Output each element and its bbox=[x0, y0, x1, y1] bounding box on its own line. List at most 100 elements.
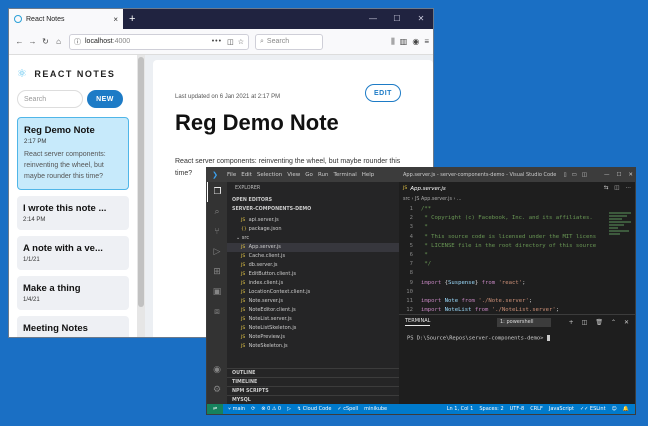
explorer-icon[interactable]: ❐ bbox=[207, 182, 227, 202]
maximize-icon[interactable]: ☐ bbox=[616, 172, 621, 178]
minimize-icon[interactable]: — bbox=[604, 172, 610, 178]
npm-scripts-section[interactable]: NPM SCRIPTS bbox=[227, 386, 399, 395]
note-item[interactable]: A note with a ve... 1/1/21 bbox=[17, 236, 129, 270]
file-item[interactable]: JS NotePreview.js bbox=[227, 333, 399, 342]
toggle-panel-icon[interactable]: ▭ bbox=[572, 172, 577, 178]
trash-icon[interactable]: 🗑 bbox=[595, 319, 603, 326]
library-icon[interactable]: ⫼ bbox=[391, 37, 395, 47]
forward-icon[interactable]: → bbox=[26, 37, 39, 46]
spell-status[interactable]: ✓ cSpell bbox=[337, 406, 358, 412]
pocket-icon[interactable]: ◫ bbox=[227, 38, 234, 46]
remote-icon[interactable]: ⇌ bbox=[207, 404, 223, 414]
page-info-icon[interactable]: ⓘ bbox=[74, 37, 81, 47]
cloud-status[interactable]: ↯ Cloud Code bbox=[297, 406, 331, 412]
eslint-status[interactable]: ✓✓ ESLint bbox=[580, 406, 606, 412]
home-icon[interactable]: ⌂ bbox=[52, 37, 65, 46]
timeline-section[interactable]: TIMELINE bbox=[227, 377, 399, 386]
menu-file[interactable]: File bbox=[227, 172, 236, 178]
search-icon[interactable]: ⌕ bbox=[207, 202, 227, 222]
menu-selection[interactable]: Selection bbox=[257, 172, 282, 178]
docker-icon[interactable]: ⧈ bbox=[207, 302, 227, 322]
new-tab-button[interactable]: + bbox=[129, 13, 135, 25]
bookmark-star-icon[interactable]: ☆ bbox=[238, 38, 244, 46]
mysql-section[interactable]: MYSQL bbox=[227, 395, 399, 404]
account-icon[interactable]: ◉ bbox=[207, 360, 227, 380]
breadcrumb[interactable]: src › JS App.server.js › ... bbox=[399, 195, 635, 205]
extensions-icon[interactable]: ⊞ bbox=[207, 262, 227, 282]
browser-tab[interactable]: React Notes × bbox=[9, 9, 123, 29]
split-layout-icon[interactable]: ◫ bbox=[582, 172, 587, 178]
terminal-select[interactable]: 1: powershell bbox=[497, 317, 551, 327]
kube-status[interactable]: minikube bbox=[364, 406, 387, 412]
file-item[interactable]: JS NoteListSkeleton.js bbox=[227, 324, 399, 333]
note-item[interactable]: Reg Demo Note 2:17 PM React server compo… bbox=[17, 117, 129, 190]
back-icon[interactable]: ← bbox=[13, 37, 26, 46]
run-debug-icon[interactable]: ▷ bbox=[207, 242, 227, 262]
split-editor-icon[interactable]: ◫ bbox=[614, 185, 619, 191]
sidebar-scrollbar[interactable] bbox=[137, 55, 145, 337]
editor-tab[interactable]: JS App.server.js bbox=[399, 182, 635, 195]
tab-close-icon[interactable]: × bbox=[113, 15, 118, 24]
maximize-icon[interactable]: ☐ bbox=[385, 9, 409, 29]
browser-search-input[interactable]: ⌕ Search bbox=[255, 33, 323, 50]
remote-explorer-icon[interactable]: ▣ bbox=[207, 282, 227, 302]
menu-terminal[interactable]: Terminal bbox=[333, 172, 356, 178]
file-item[interactable]: JS LocationContext.client.js bbox=[227, 288, 399, 297]
toggle-sidebar-icon[interactable]: ▯ bbox=[564, 172, 567, 178]
file-item[interactable]: JS NoteSkeleton.js bbox=[227, 342, 399, 351]
sidebar-icon[interactable]: ▥ bbox=[400, 37, 408, 47]
file-item[interactable]: JS NoteEditor.client.js bbox=[227, 306, 399, 315]
play-icon[interactable]: ▷ bbox=[287, 406, 291, 412]
code-area[interactable]: 1 /** 2 * Copyright (c) Facebook, Inc. an… bbox=[399, 205, 605, 314]
compare-icon[interactable]: ⇆ bbox=[604, 185, 609, 191]
note-item[interactable]: Make a thing 1/4/21 bbox=[17, 276, 129, 310]
file-item[interactable]: JS Cache.client.js bbox=[227, 252, 399, 261]
minimap[interactable] bbox=[609, 212, 631, 252]
open-editors-section[interactable]: OPEN EDITORS bbox=[227, 196, 399, 205]
encoding[interactable]: UTF-8 bbox=[510, 406, 525, 412]
edit-button[interactable]: EDIT bbox=[365, 84, 401, 102]
source-control-icon[interactable]: ⑂ bbox=[207, 222, 227, 242]
folder-item[interactable]: ⌄ src bbox=[227, 234, 399, 243]
add-terminal-icon[interactable]: + bbox=[569, 319, 574, 326]
file-item[interactable]: JS EditButton.client.js bbox=[227, 270, 399, 279]
file-item[interactable]: JS index.client.js bbox=[227, 279, 399, 288]
branch-status[interactable]: ⑂ main bbox=[228, 406, 245, 412]
feedback-icon[interactable]: ☺ bbox=[612, 406, 617, 412]
project-section[interactable]: SERVER-COMPONENTS-DEMO bbox=[227, 205, 399, 214]
cursor-position[interactable]: Ln 1, Col 1 bbox=[447, 406, 474, 412]
notifications-icon[interactable]: 🔔 bbox=[623, 406, 629, 412]
line-ending[interactable]: CRLF bbox=[530, 406, 543, 412]
menu-view[interactable]: View bbox=[287, 172, 300, 178]
chevron-up-icon[interactable]: ⌃ bbox=[611, 319, 616, 326]
menu-run[interactable]: Run bbox=[318, 172, 329, 178]
reload-icon[interactable]: ↻ bbox=[39, 37, 52, 46]
menu-help[interactable]: Help bbox=[362, 172, 375, 178]
settings-gear-icon[interactable]: ⚙ bbox=[207, 380, 227, 400]
file-item[interactable]: JS App.server.js bbox=[227, 243, 399, 252]
file-item[interactable]: JS NoteList.server.js bbox=[227, 315, 399, 324]
terminal-output[interactable]: PS D:\Source\Repos\server-components-dem… bbox=[399, 329, 635, 348]
page-actions-icon[interactable]: ••• bbox=[212, 38, 222, 45]
note-search-input[interactable]: Search bbox=[17, 90, 83, 108]
note-item[interactable]: I wrote this note ... 2:14 PM bbox=[17, 196, 129, 230]
split-terminal-icon[interactable]: ◫ bbox=[582, 319, 588, 326]
file-item[interactable]: JS db.server.js bbox=[227, 261, 399, 270]
scrollbar-thumb[interactable] bbox=[138, 57, 144, 307]
file-item[interactable]: JS Note.server.js bbox=[227, 297, 399, 306]
sync-icon[interactable]: ⟳ bbox=[251, 406, 255, 412]
close-icon[interactable]: ✕ bbox=[409, 9, 433, 29]
account-icon[interactable]: ◉ bbox=[412, 37, 419, 47]
menu-edit[interactable]: Edit bbox=[241, 172, 252, 178]
indentation[interactable]: Spaces: 2 bbox=[479, 406, 503, 412]
language-mode[interactable]: JavaScript bbox=[549, 406, 574, 412]
minimize-icon[interactable]: — bbox=[361, 9, 385, 29]
menu-go[interactable]: Go bbox=[305, 172, 313, 178]
more-actions-icon[interactable]: ⋯ bbox=[626, 185, 632, 191]
outline-section[interactable]: OUTLINE bbox=[227, 368, 399, 377]
new-note-button[interactable]: NEW bbox=[87, 90, 123, 108]
note-item[interactable]: Meeting Notes bbox=[17, 316, 129, 337]
close-panel-icon[interactable]: ✕ bbox=[624, 319, 629, 326]
menu-icon[interactable]: ≡ bbox=[424, 37, 429, 47]
url-bar[interactable]: ⓘ localhost:4000 ••• ◫ ☆ bbox=[69, 33, 249, 50]
